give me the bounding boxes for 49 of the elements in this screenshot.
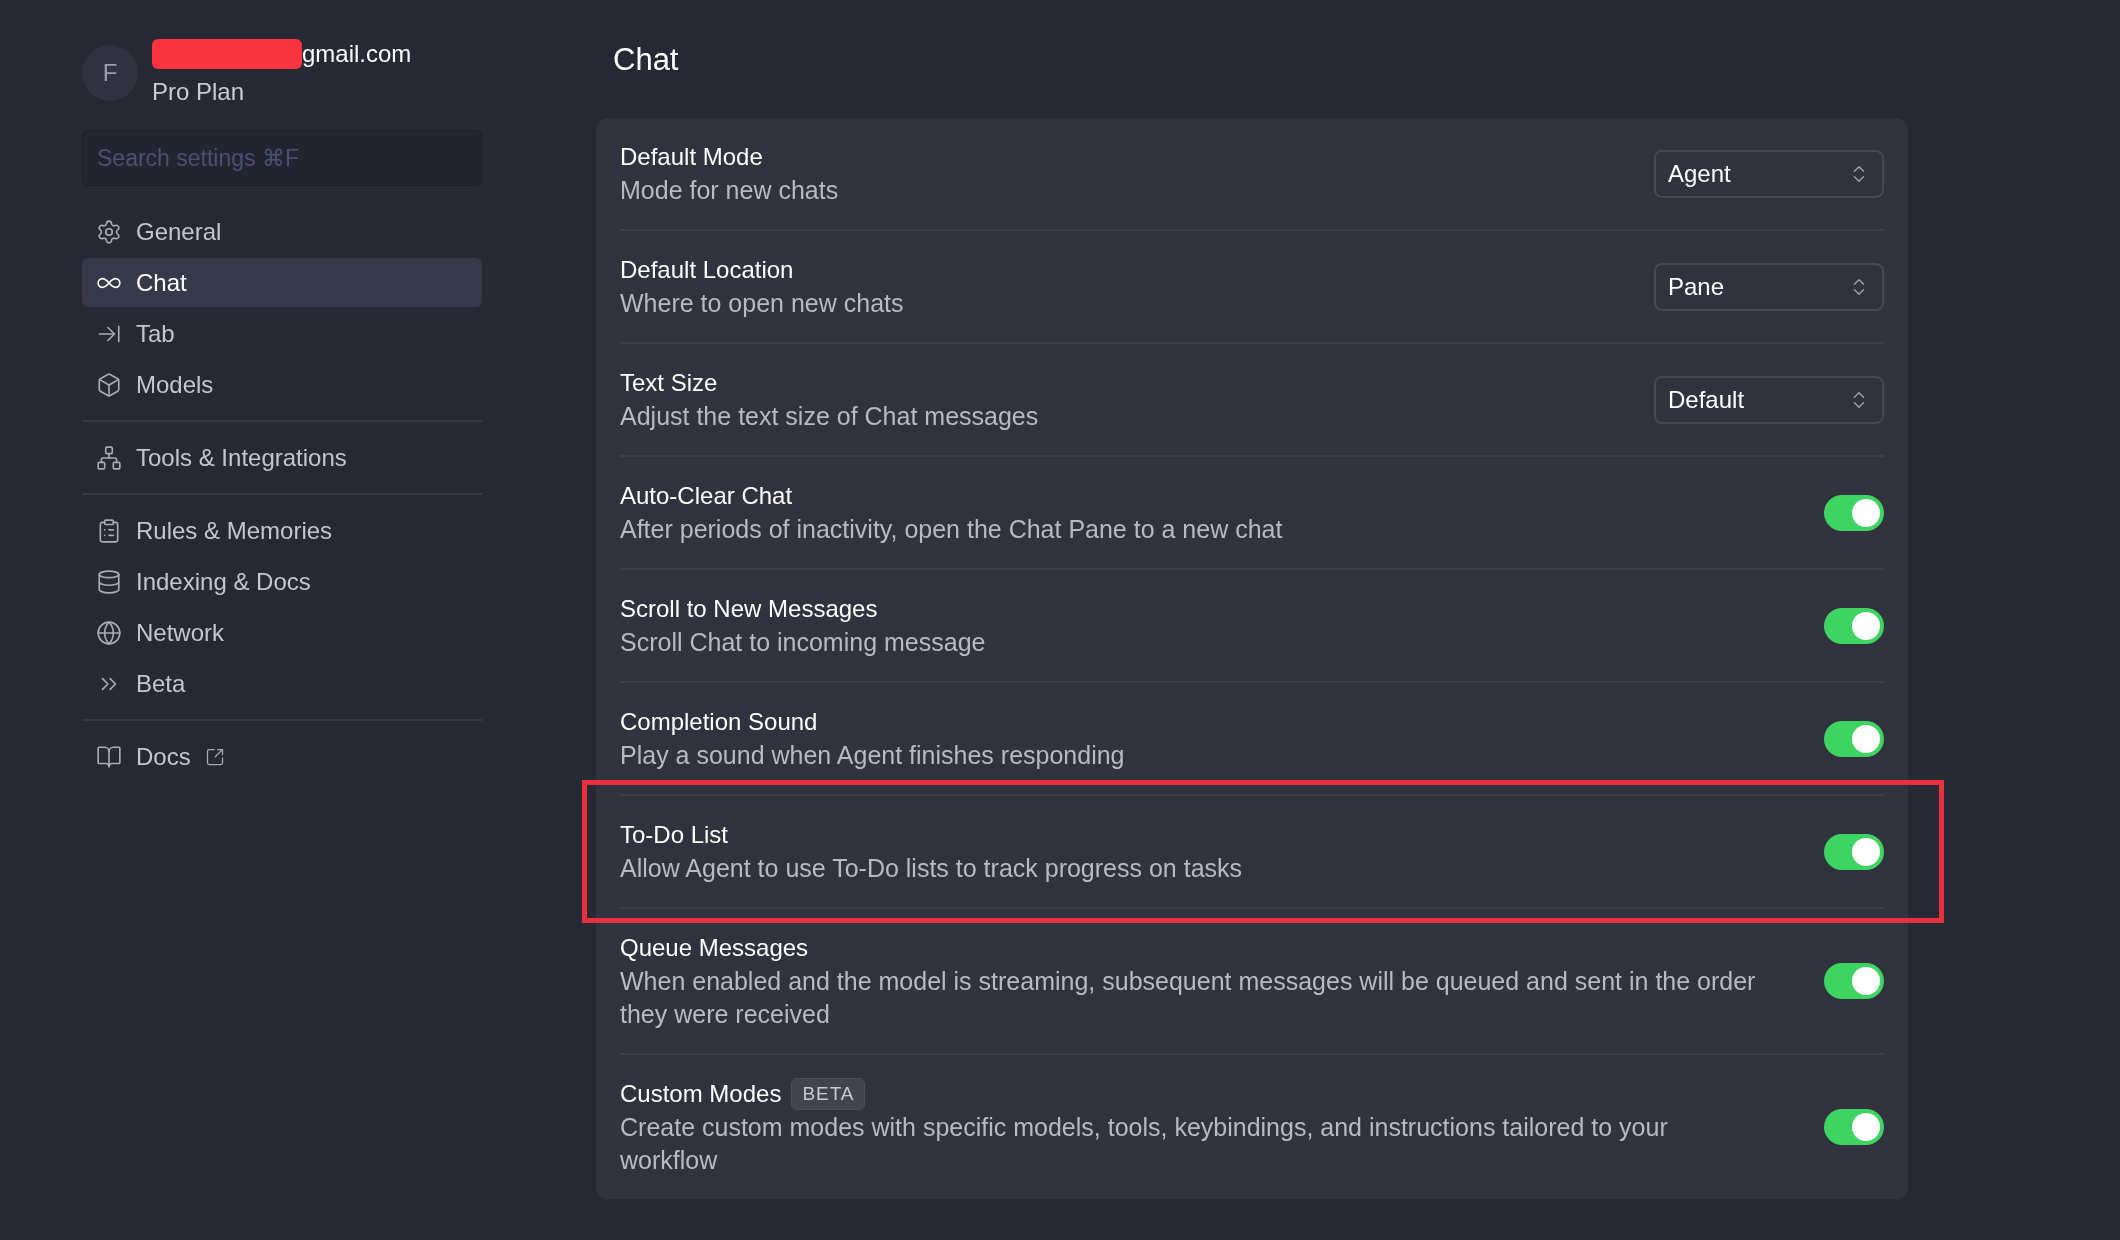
setting-title: To-Do List	[620, 820, 729, 850]
sidebar-item[interactable]: Tab	[82, 309, 482, 358]
beta-badge: BETA	[791, 1078, 866, 1110]
setting-description: Create custom modes with specific models, tools, keybindings, and instructions tailored to your workflow	[620, 1112, 1669, 1176]
toggle-switch[interactable]	[1824, 607, 1884, 644]
sidebar-item[interactable]: Chat	[82, 258, 482, 307]
nodes-icon	[96, 444, 122, 471]
setting-description: Play a sound when Agent finishes responding	[620, 740, 1125, 771]
setting-description: After periods of inactivity, open the Chat Pane to a new chat	[620, 514, 1283, 545]
toggle-switch[interactable]	[1824, 1109, 1884, 1145]
setting-title: Text Size	[620, 368, 718, 398]
sidebar-item[interactable]: General	[82, 207, 482, 256]
avatar: F	[82, 45, 138, 101]
sidebar-item[interactable]: Indexing & Docs	[82, 557, 482, 606]
setting-title: Custom Modes	[620, 1079, 782, 1109]
setting-description: Allow Agent to use To-Do lists to track progress on tasks	[620, 853, 1243, 884]
sidebar-item[interactable]: Network	[82, 608, 482, 657]
setting-description: Mode for new chats	[620, 175, 839, 206]
sidebar-item[interactable]: Tools & Integrations	[82, 433, 482, 482]
search-field[interactable]: Search settings ⌘F	[82, 130, 482, 186]
cube-icon	[96, 371, 122, 398]
page-title: Chat	[613, 41, 680, 79]
setting-description: Adjust the text size of Chat messages	[620, 401, 1039, 432]
setting-title: Queue Messages	[620, 933, 809, 963]
setting-title: Auto-Clear Chat	[620, 481, 793, 511]
setting-description: Where to open new chats	[620, 288, 904, 319]
dropdown[interactable]: Agent	[1654, 149, 1884, 198]
toggle-switch[interactable]	[1824, 963, 1884, 999]
setting-title: Default Location	[620, 255, 794, 285]
setting-description: Scroll Chat to incoming message	[620, 627, 986, 658]
setting-title: Completion Sound	[620, 707, 818, 737]
gear-icon	[96, 218, 122, 245]
sidebar-item[interactable]: Models	[82, 360, 482, 409]
book-icon	[96, 743, 122, 770]
globe-icon	[96, 619, 122, 646]
sidebar-item[interactable]: Beta	[82, 659, 482, 708]
setting-description: When enabled and the model is streaming, subsequent messages will be queued and sent in the order they were received	[620, 966, 1757, 1030]
sidebar-item[interactable]: Docs	[82, 732, 482, 781]
toggle-switch[interactable]	[1824, 833, 1884, 870]
toggle-switch[interactable]	[1824, 494, 1884, 531]
database-icon	[96, 568, 122, 595]
plan-label: Pro Plan	[152, 77, 246, 107]
dropdown[interactable]: Default	[1654, 375, 1884, 424]
setting-title: Scroll to New Messages	[620, 594, 878, 624]
setting-title: Default Mode	[620, 142, 763, 172]
toggle-switch[interactable]	[1824, 720, 1884, 757]
account-email: gmail.com	[302, 39, 412, 69]
dropdown[interactable]: Pane	[1654, 262, 1884, 311]
sidebar-item[interactable]: Rules & Memories	[82, 506, 482, 555]
